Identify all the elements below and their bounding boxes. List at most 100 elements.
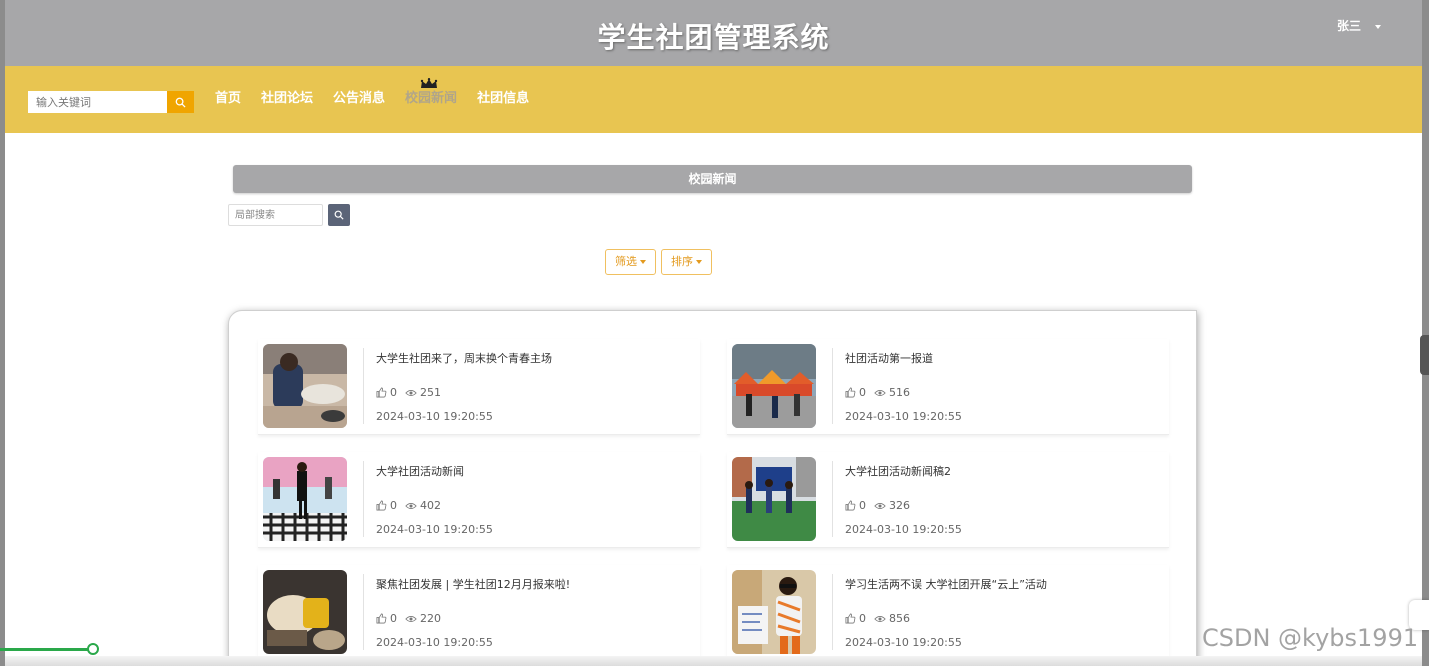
thumbs-up-icon bbox=[376, 613, 387, 624]
global-search-button[interactable] bbox=[167, 91, 194, 113]
nav-item-announcements[interactable]: 公告消息 bbox=[333, 91, 385, 107]
news-card[interactable]: 聚焦社团发展 | 学生社团12月月报来啦! 0 220 2024-03-10 1… bbox=[258, 565, 700, 661]
nav-item-home[interactable]: 首页 bbox=[215, 91, 241, 107]
news-date: 2024-03-10 19:20:55 bbox=[376, 636, 493, 649]
caret-down-icon bbox=[1375, 24, 1382, 29]
local-search-button[interactable] bbox=[328, 204, 350, 226]
news-stats: 0 251 bbox=[376, 386, 449, 399]
view-value: 326 bbox=[889, 499, 910, 512]
view-count: 856 bbox=[874, 612, 910, 625]
filter-dropdown[interactable]: 筛选 bbox=[605, 249, 656, 275]
like-value: 0 bbox=[859, 612, 866, 625]
news-title[interactable]: 学习生活两不误 大学社团开展“云上”活动 bbox=[845, 576, 1047, 592]
right-window-edge bbox=[1422, 0, 1429, 666]
like-count[interactable]: 0 bbox=[376, 499, 397, 512]
caret-down-icon bbox=[640, 260, 646, 264]
like-count[interactable]: 0 bbox=[845, 499, 866, 512]
nav-menu: 首页 社团论坛 公告消息 校园新闻 社团信息 bbox=[215, 78, 549, 107]
user-menu[interactable]: 张三 bbox=[1337, 17, 1382, 34]
local-search-input[interactable] bbox=[228, 204, 323, 226]
news-title[interactable]: 大学社团活动新闻 bbox=[376, 463, 464, 479]
sort-label: 排序 bbox=[671, 255, 693, 268]
eye-icon bbox=[874, 389, 886, 396]
news-card[interactable]: 大学社团活动新闻 0 402 2024-03-10 19:20:55 bbox=[258, 452, 700, 548]
eye-icon bbox=[405, 389, 417, 396]
nav-label: 社团信息 bbox=[477, 91, 530, 106]
like-count[interactable]: 0 bbox=[845, 612, 866, 625]
thumbs-up-icon bbox=[376, 500, 387, 511]
news-stats: 0 220 bbox=[376, 612, 449, 625]
scroll-progress-bar bbox=[0, 648, 93, 651]
view-value: 251 bbox=[420, 386, 441, 399]
news-stats: 0 856 bbox=[845, 612, 918, 625]
news-thumbnail[interactable] bbox=[732, 570, 816, 654]
card-divider bbox=[832, 461, 833, 537]
card-divider bbox=[363, 461, 364, 537]
side-panel-tab[interactable] bbox=[1420, 335, 1429, 375]
card-divider bbox=[363, 574, 364, 650]
news-thumbnail[interactable] bbox=[263, 457, 347, 541]
like-count[interactable]: 0 bbox=[376, 386, 397, 399]
nav-label: 首页 bbox=[215, 91, 242, 106]
thumbs-up-icon bbox=[376, 387, 387, 398]
news-title[interactable]: 大学生社团来了，周末换个青春主场 bbox=[376, 350, 552, 366]
news-date: 2024-03-10 19:20:55 bbox=[376, 410, 493, 423]
view-count: 516 bbox=[874, 386, 910, 399]
thumbs-up-icon bbox=[845, 500, 856, 511]
nav-label: 校园新闻 bbox=[405, 91, 458, 106]
like-count[interactable]: 0 bbox=[376, 612, 397, 625]
user-name: 张三 bbox=[1337, 19, 1362, 33]
thumbs-up-icon bbox=[845, 613, 856, 624]
news-stats: 0 326 bbox=[845, 499, 918, 512]
search-icon bbox=[334, 210, 344, 220]
news-title[interactable]: 社团活动第一报道 bbox=[845, 350, 933, 366]
news-thumbnail[interactable] bbox=[263, 570, 347, 654]
scroll-progress-handle[interactable] bbox=[87, 643, 99, 655]
news-stats: 0 516 bbox=[845, 386, 918, 399]
news-list: 大学生社团来了，周末换个青春主场 0 251 2024-03-10 19:20:… bbox=[228, 310, 1197, 666]
news-thumbnail[interactable] bbox=[732, 457, 816, 541]
news-date: 2024-03-10 19:20:55 bbox=[376, 523, 493, 536]
like-value: 0 bbox=[859, 499, 866, 512]
view-count: 326 bbox=[874, 499, 910, 512]
thumbs-up-icon bbox=[845, 387, 856, 398]
view-count: 220 bbox=[405, 612, 441, 625]
view-value: 402 bbox=[420, 499, 441, 512]
news-card[interactable]: 大学社团活动新闻稿2 0 326 2024-03-10 19:20:55 bbox=[727, 452, 1169, 548]
sort-dropdown[interactable]: 排序 bbox=[661, 249, 712, 275]
site-header: 学生社团管理系统 张三 bbox=[5, 0, 1422, 66]
news-thumbnail[interactable] bbox=[263, 344, 347, 428]
view-count: 251 bbox=[405, 386, 441, 399]
search-icon bbox=[175, 97, 186, 108]
eye-icon bbox=[405, 615, 417, 622]
news-title[interactable]: 大学社团活动新闻稿2 bbox=[845, 463, 951, 479]
news-date: 2024-03-10 19:20:55 bbox=[845, 410, 962, 423]
eye-icon bbox=[874, 502, 886, 509]
nav-item-forum[interactable]: 社团论坛 bbox=[261, 91, 313, 107]
like-count[interactable]: 0 bbox=[845, 386, 866, 399]
news-stats: 0 402 bbox=[376, 499, 449, 512]
global-search-input[interactable] bbox=[28, 91, 167, 113]
eye-icon bbox=[405, 502, 417, 509]
nav-label: 社团论坛 bbox=[261, 91, 314, 106]
bottom-edge bbox=[5, 656, 1422, 666]
nav-label: 公告消息 bbox=[333, 91, 386, 106]
watermark: CSDN @kybs1991 bbox=[1202, 624, 1419, 652]
news-card[interactable]: 社团活动第一报道 0 516 2024-03-10 19:20:55 bbox=[727, 339, 1169, 435]
news-date: 2024-03-10 19:20:55 bbox=[845, 636, 962, 649]
like-value: 0 bbox=[390, 499, 397, 512]
global-search bbox=[28, 91, 194, 113]
news-title[interactable]: 聚焦社团发展 | 学生社团12月月报来啦! bbox=[376, 576, 570, 592]
news-card[interactable]: 学习生活两不误 大学社团开展“云上”活动 0 856 2024-03-10 19… bbox=[727, 565, 1169, 661]
page: 学生社团管理系统 张三 首页 社团论坛 公告消息 校园新闻 社团信息 校园新闻 bbox=[0, 0, 1429, 666]
nav-item-club-info[interactable]: 社团信息 bbox=[477, 91, 529, 107]
news-date: 2024-03-10 19:20:55 bbox=[845, 523, 962, 536]
local-search bbox=[228, 204, 350, 226]
news-card[interactable]: 大学生社团来了，周末换个青春主场 0 251 2024-03-10 19:20:… bbox=[258, 339, 700, 435]
news-thumbnail[interactable] bbox=[732, 344, 816, 428]
nav-item-campus-news[interactable]: 校园新闻 bbox=[405, 78, 458, 107]
filter-label: 筛选 bbox=[615, 255, 637, 268]
site-title: 学生社团管理系统 bbox=[597, 21, 830, 54]
filter-bar: 筛选 排序 bbox=[605, 249, 717, 275]
eye-icon bbox=[874, 615, 886, 622]
